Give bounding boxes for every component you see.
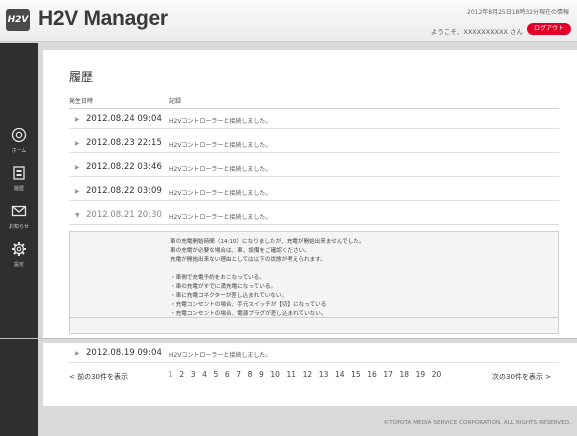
page-link[interactable]: 4 [202,370,207,379]
pagination: 1 2 3 4 5 6 7 8 9 10 11 12 13 14 15 16 17 18 19 20 [168,370,448,379]
detail-line: 充電が開始出来ない理由としては以下の状態が考えられます。 [170,257,326,263]
history-record: H2Vコントローラーと接続しました。 [169,352,272,359]
app-header: H2V H2V Manager 2012年8月25日18時32分現在の情報 よう… [0,0,577,42]
detail-line: ・車に充電コネクターが差し込まれていない。 [170,293,288,299]
expand-arrow-icon: ▶ [75,188,80,195]
detail-line: ・車側で充電予約をおこなっている。 [170,275,265,281]
gear-icon [0,241,38,260]
history-date: 2012.08.23 22:15 [86,138,162,148]
page-link[interactable]: 15 [351,370,361,379]
sidebar-item-history[interactable]: 履歴 [0,165,38,192]
detail-line: 車の充電が必要な場合は、車、設備をご確認ください。 [170,248,310,254]
page-link[interactable]: 12 [303,370,313,379]
copyright-text: ©TOYOTA MEDIA SERVICE CORPORATION. ALL R… [383,420,571,426]
page-title: 履歴 [69,70,94,84]
page-link[interactable]: 11 [287,370,297,379]
history-date: 2012.08.22 03:09 [86,186,162,196]
column-header-record: 記録 [169,98,182,105]
history-icon [0,165,38,184]
page-link[interactable]: 14 [335,370,345,379]
page-link[interactable]: 1 [168,370,173,379]
prev-page-link[interactable]: < 前の30件を表示 [69,372,128,382]
sidebar-item-label: 設定 [13,262,24,268]
column-header-date: 発生日時 [69,98,94,105]
history-row[interactable]: ▶ 2012.08.23 22:15 H2Vコントローラーと接続しました。 [69,135,559,153]
page-link[interactable]: 9 [259,370,264,379]
history-panel: 履歴 発生日時 記録 ▶ 2012.08.24 09:04 H2Vコントローラー… [43,50,577,339]
section-divider [0,338,577,339]
sidebar-item-label: 履歴 [13,186,24,192]
history-date: 2012.08.22 03:46 [86,162,162,172]
collapse-arrow-icon: ▼ [75,212,80,219]
sidebar-item-home[interactable]: ホーム [0,127,38,154]
mail-icon [0,203,38,222]
history-detail-box: 車の充電開始時間（14:10）になりましたが、充電が開始出来ませんでした。 車の… [69,231,559,334]
page-link[interactable]: 17 [383,370,393,379]
sidebar-item-notices[interactable]: お知らせ [0,203,38,230]
page-link[interactable]: 18 [400,370,410,379]
next-page-link[interactable]: 次の30件を表示 > [492,372,551,382]
history-record: H2Vコントローラーと接続しました。 [169,118,272,125]
sidebar: ホーム 履歴 お知らせ 設定 [0,43,38,436]
history-record: H2Vコントローラーと接続しました。 [169,190,272,197]
sidebar-item-label: お知らせ [9,224,29,230]
footer: ©TOYOTA MEDIA SERVICE CORPORATION. ALL R… [38,406,577,436]
history-row[interactable]: ▶ 2012.08.22 03:46 H2Vコントローラーと接続しました。 [69,159,559,177]
page-link[interactable]: 3 [191,370,196,379]
history-row[interactable]: ▶ 2012.08.22 03:09 H2Vコントローラーと接続しました。 [69,183,559,201]
expand-arrow-icon: ▶ [75,116,80,123]
page-link[interactable]: 7 [236,370,241,379]
expand-arrow-icon: ▶ [75,164,80,171]
history-date: 2012.08.24 09:04 [86,114,162,124]
page-link[interactable]: 20 [432,370,442,379]
history-record: H2Vコントローラーと接続しました。 [169,214,272,221]
history-row[interactable]: ▶ 2012.08.19 09:04 H2Vコントローラーと接続しました。 [69,345,559,363]
history-row-expanded[interactable]: ▼ 2012.08.21 20:30 H2Vコントローラーと接続しました。 [69,207,559,225]
page-link[interactable]: 10 [270,370,280,379]
detail-line: ・車の充電がすでに満充電になっている。 [170,284,277,290]
app-title: H2V Manager [38,7,168,30]
detail-line: 車の充電開始時間（14:10）になりましたが、充電が開始出来ませんでした。 [170,239,365,245]
app-logo[interactable]: H2V [6,9,30,31]
history-row[interactable]: ▶ 2012.08.24 09:04 H2Vコントローラーと接続しました。 [69,111,559,129]
page-link[interactable]: 2 [179,370,184,379]
sidebar-item-label: ホーム [11,148,27,154]
history-record: H2Vコントローラーと接続しました。 [169,142,272,149]
home-icon [0,127,38,146]
header-divider [69,108,559,109]
detail-line: ・充電コンセントの場合、電源プラグが差し込まれていない。 [170,311,327,317]
expand-arrow-icon: ▶ [75,350,80,357]
history-record: H2Vコントローラーと接続しました。 [169,166,272,173]
page-link[interactable]: 19 [416,370,426,379]
page-link[interactable]: 5 [214,370,219,379]
history-date: 2012.08.19 09:04 [86,348,162,358]
welcome-text: ようこそ、XXXXXXXXXX さん [430,28,523,36]
page-link[interactable]: 6 [225,370,230,379]
list-divider [69,317,559,318]
expand-arrow-icon: ▶ [75,140,80,147]
page-link[interactable]: 16 [367,370,377,379]
last-updated-text: 2012年8月25日18時32分現在の情報 [467,9,569,16]
page-link[interactable]: 13 [319,370,329,379]
logout-button[interactable]: ログアウト [527,23,571,35]
page-link[interactable]: 8 [248,370,253,379]
history-date: 2012.08.21 20:30 [86,210,162,220]
sidebar-item-settings[interactable]: 設定 [0,241,38,268]
detail-line: ・充電コンセントの場合、手元スイッチが【切】になっている [170,302,327,308]
